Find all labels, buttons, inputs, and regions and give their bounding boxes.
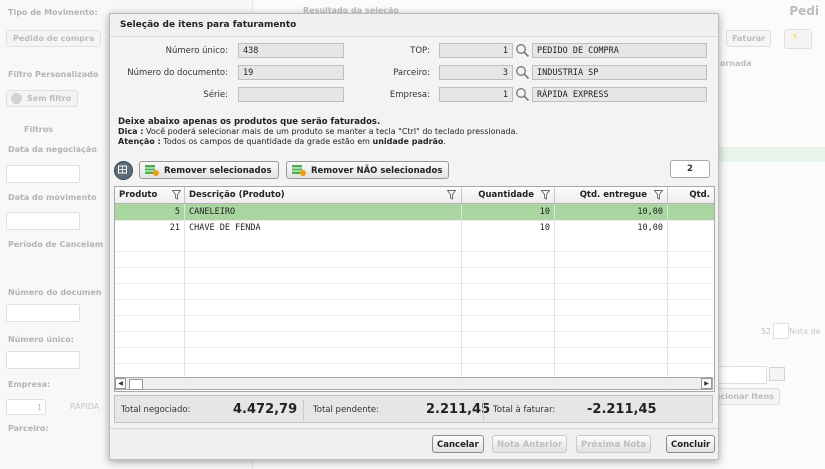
- cell-qtd[interactable]: [668, 220, 714, 236]
- scroll-left-icon[interactable]: ◀: [115, 378, 126, 389]
- col-qtd-label: Qtd.: [689, 190, 710, 200]
- total-negociado-label: Total negociado:: [121, 405, 191, 415]
- empresa-search-icon[interactable]: [515, 87, 530, 102]
- proxima-nota-button[interactable]: Próxima Nota: [576, 435, 651, 453]
- filter-icon[interactable]: [654, 190, 663, 200]
- atencao-label: Atenção :: [118, 137, 161, 146]
- total-pendente-label: Total pendente:: [313, 405, 380, 415]
- horizontal-scrollbar[interactable]: ◀ ▶: [114, 377, 713, 390]
- parceiro-name-field: INDUSTRIA SP: [532, 65, 707, 80]
- cancelar-button[interactable]: Cancelar: [432, 435, 484, 453]
- numero-unico-field[interactable]: 438: [238, 43, 344, 58]
- grid-icon: [118, 165, 127, 174]
- filter-icon[interactable]: [172, 190, 181, 200]
- top-search-icon[interactable]: [515, 43, 530, 58]
- items-grid: Produto Descrição (Produto) Quantidade Q…: [114, 186, 715, 392]
- totals-divider: [483, 400, 484, 420]
- scroll-right-icon[interactable]: ▶: [701, 378, 712, 389]
- totals-divider: [303, 400, 304, 420]
- table-row[interactable]: 21 CHAVE DE FENDA 10 10,00: [115, 220, 714, 237]
- cell-produto: 21: [115, 220, 185, 236]
- atencao-bold: unidade padrão: [372, 137, 444, 146]
- remove-selected-button[interactable]: Remover selecionados: [139, 161, 279, 179]
- remove-not-selected-label: Remover NÃO selecionados: [311, 166, 443, 176]
- numero-unico-label: Número único:: [165, 46, 228, 56]
- filter-icon[interactable]: [541, 190, 550, 200]
- dica-line: Dica : Você poderá selecionar mais de um…: [118, 127, 518, 137]
- col-entregue-label: Qtd. entregue: [579, 190, 647, 200]
- grid-config-button[interactable]: [114, 161, 133, 180]
- empresa-name-field: RÁPIDA EXPRESS: [532, 87, 707, 102]
- concluir-button[interactable]: Concluir: [666, 435, 716, 453]
- selecao-itens-dialog: Seleção de itens para faturamento Número…: [109, 13, 719, 460]
- col-descricao-header[interactable]: Descrição (Produto): [185, 187, 462, 203]
- col-qtd-header[interactable]: Qtd.: [668, 187, 714, 203]
- empty-rows: [115, 236, 714, 391]
- remove-unselected-rows-icon: [292, 165, 306, 176]
- totals-bar: Total negociado: 4.472,79 Total pendente…: [114, 395, 713, 423]
- dialog-title: Seleção de itens para faturamento: [120, 20, 297, 30]
- parceiro-label: Parceiro:: [393, 68, 430, 78]
- col-descricao-label: Descrição (Produto): [189, 190, 285, 200]
- empresa-code-field[interactable]: 1: [439, 87, 513, 102]
- cell-quantidade[interactable]: 10: [462, 204, 555, 220]
- table-row[interactable]: 5 CANELEIRO 10 10,00: [115, 204, 714, 221]
- filter-icon[interactable]: [447, 190, 456, 200]
- col-produto-label: Produto: [119, 190, 158, 200]
- total-pendente-value: 2.211,45: [426, 402, 491, 417]
- cell-entregue[interactable]: 10,00: [555, 204, 668, 220]
- remove-not-selected-button[interactable]: Remover NÃO selecionados: [286, 161, 450, 179]
- cell-qtd[interactable]: [668, 204, 714, 220]
- top-label: TOP:: [410, 46, 430, 56]
- atencao-line: Atenção : Todos os campos de quantidade …: [118, 137, 518, 147]
- numero-documento-label: Número do documento:: [127, 68, 228, 78]
- total-negociado-value: 4.472,79: [233, 402, 298, 417]
- remove-selected-label: Remover selecionados: [164, 166, 272, 176]
- cell-descricao: CANELEIRO: [185, 204, 462, 220]
- instructions: Deixe abaixo apenas os produtos que serã…: [118, 117, 518, 147]
- atencao-end: .: [443, 137, 446, 146]
- numero-documento-field[interactable]: 19: [238, 65, 344, 80]
- scroll-thumb[interactable]: [129, 379, 143, 390]
- grid-header: Produto Descrição (Produto) Quantidade Q…: [115, 187, 714, 204]
- record-count-badge: 2: [670, 160, 710, 178]
- top-name-field: PEDIDO DE COMPRA: [532, 43, 707, 58]
- dica-label: Dica :: [118, 127, 144, 136]
- cell-produto: 5: [115, 204, 185, 220]
- remove-rows-icon: [145, 165, 159, 176]
- dialog-footer: Cancelar Nota Anterior Próxima Nota Conc…: [110, 428, 718, 459]
- parceiro-search-icon[interactable]: [515, 65, 530, 80]
- col-entregue-header[interactable]: Qtd. entregue: [555, 187, 668, 203]
- serie-label: Série:: [203, 90, 228, 100]
- atencao-text: Todos os campos de quantidade da grade e…: [160, 137, 373, 146]
- total-faturar-value: -2.211,45: [587, 402, 657, 417]
- parceiro-code-field[interactable]: 3: [439, 65, 513, 80]
- cell-quantidade[interactable]: 10: [462, 220, 555, 236]
- cell-entregue[interactable]: 10,00: [555, 220, 668, 236]
- cell-descricao: CHAVE DE FENDA: [185, 220, 462, 236]
- col-produto-header[interactable]: Produto: [115, 187, 185, 203]
- instruction-headline: Deixe abaixo apenas os produtos que serã…: [118, 117, 381, 127]
- col-quantidade-label: Quantidade: [478, 190, 534, 200]
- dica-text: Você poderá selecionar mais de um produt…: [143, 127, 518, 136]
- top-code-field[interactable]: 1: [439, 43, 513, 58]
- total-faturar-label: Total à faturar:: [493, 405, 556, 415]
- empresa-label: Empresa:: [389, 90, 430, 100]
- serie-field[interactable]: [238, 87, 344, 102]
- nota-anterior-button[interactable]: Nota Anterior: [492, 435, 568, 453]
- col-quantidade-header[interactable]: Quantidade: [462, 187, 555, 203]
